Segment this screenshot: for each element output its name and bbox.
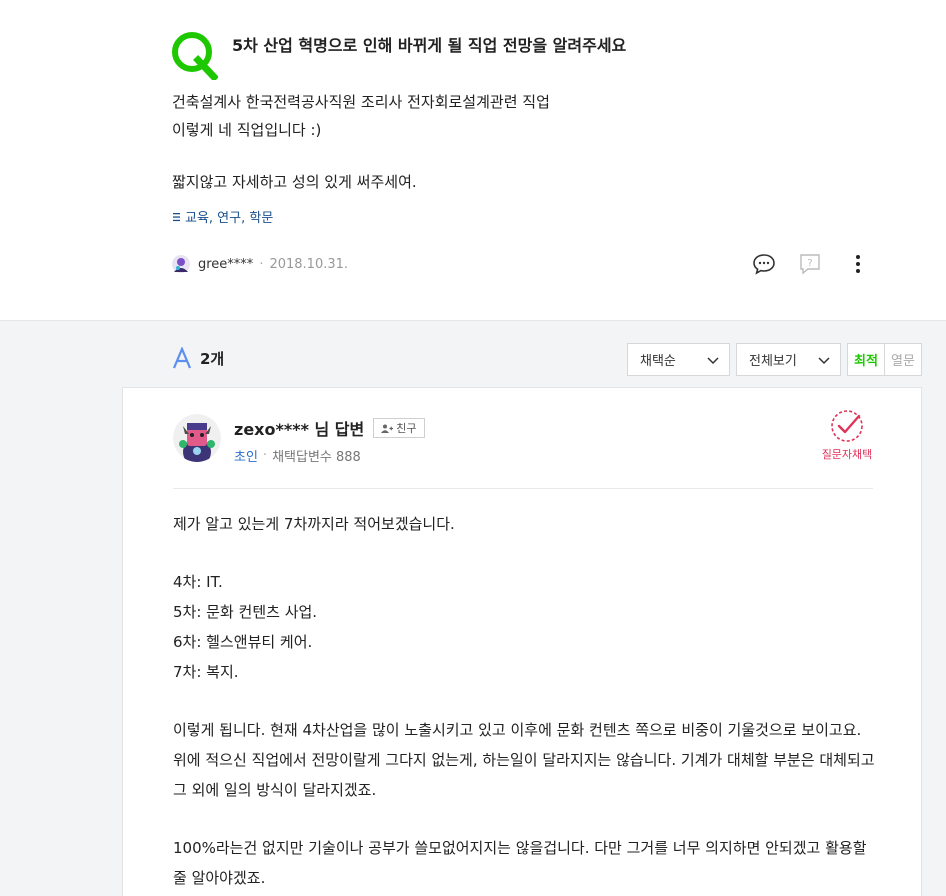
view-select[interactable]: 전체보기 (736, 343, 841, 376)
answer-paragraph: 100%라는건 없지만 기술이나 공부가 쓸모없어지지는 않을겁니다. 다만 그… (173, 839, 867, 887)
answer-paragraph: 제가 알고 있는게 7차까지라 적어보겠습니다. (173, 515, 455, 533)
answer-paragraph: 6차: 헬스앤뷰티 케어. (173, 633, 313, 651)
author-avatar[interactable] (172, 255, 190, 273)
question-line: 이렇게 네 직업입니다 :) (172, 121, 322, 139)
answers-section: 2개 채택순 전체보기 최적 열문 zexo**** 님 답변 친구 초인 · … (0, 320, 946, 896)
report-button[interactable]: ? (796, 252, 824, 276)
answerer-info: zexo**** 님 답변 친구 (234, 416, 425, 440)
a-mark-icon (172, 347, 192, 369)
question-line: 짧지않고 자세하고 성의 있게 써주세여. (172, 173, 417, 191)
answers-header: 2개 (172, 347, 224, 369)
more-button[interactable] (844, 252, 872, 276)
answer-paragraph: 5차: 문화 컨텐츠 사업. (173, 603, 318, 621)
category-icon (173, 212, 180, 221)
answer-body: 제가 알고 있는게 7차까지라 적어보겠습니다. 4차: IT. 5차: 문화 … (173, 509, 878, 893)
question-date: 2018.10.31. (269, 256, 349, 272)
meta-dot: · (262, 448, 268, 463)
answer-divider (173, 488, 873, 489)
choose-check-icon (831, 410, 863, 442)
question-line: 건축설계사 한국전력공사직원 조리사 전자회로설계관련 직업 (172, 93, 550, 111)
category-label[interactable]: 교육, 연구, 학문 (185, 207, 273, 226)
toggle-latest[interactable]: 열문 (885, 344, 921, 375)
answer-paragraph: 이렇게 됩니다. 현재 4차산업을 많이 노출시키고 있고 이후에 문화 컨텐츠… (173, 721, 875, 799)
q-mark-icon (172, 32, 218, 80)
answer-paragraph: 4차: IT. (173, 573, 223, 591)
report-icon: ? (800, 254, 820, 275)
comment-icon (753, 254, 775, 275)
choice-label: 질문자채택 (821, 448, 873, 461)
more-icon (856, 255, 860, 273)
adopted-answer-count: 채택답변수 888 (272, 450, 361, 465)
chevron-down-icon (707, 357, 719, 365)
question-section: 5차 산업 혁명으로 인해 바뀌게 될 직업 전망을 알려주세요 건축설계사 한… (0, 0, 946, 320)
answerer-meta: 초인 · 채택답변수 888 (234, 446, 361, 465)
sort-select-value: 채택순 (640, 354, 676, 369)
svg-text:?: ? (807, 258, 812, 269)
question-author: gree**** · 2018.10.31. (172, 255, 348, 273)
add-friend-label: 친구 (396, 422, 417, 435)
answerer-name[interactable]: zexo**** 님 답변 (234, 416, 364, 440)
add-friend-button[interactable]: 친구 (373, 418, 425, 438)
view-select-value: 전체보기 (749, 354, 797, 369)
answerer-avatar[interactable] (173, 414, 221, 462)
questioner-choice-badge: 질문자채택 (817, 408, 877, 462)
answer-card: zexo**** 님 답변 친구 초인 · 채택답변수 888 질문자채택 제가… (122, 387, 922, 896)
chevron-down-icon (818, 357, 830, 365)
meta-dot: · (259, 256, 264, 272)
friend-add-icon (381, 424, 394, 433)
question-title: 5차 산업 혁명으로 인해 바뀌게 될 직업 전망을 알려주세요 (232, 36, 627, 55)
comment-button[interactable] (750, 252, 778, 276)
question-category[interactable]: 교육, 연구, 학문 (172, 207, 273, 226)
answer-count: 2개 (200, 349, 225, 368)
question-body: 건축설계사 한국전력공사직원 조리사 전자회로설계관련 직업 이렇게 네 직업입… (172, 88, 550, 196)
answer-paragraph: 7차: 복지. (173, 663, 239, 681)
answerer-grade[interactable]: 초인 (234, 446, 258, 465)
sort-select[interactable]: 채택순 (627, 343, 730, 376)
author-name[interactable]: gree**** (198, 257, 253, 272)
order-toggle: 최적 열문 (847, 343, 922, 376)
toggle-best[interactable]: 최적 (848, 344, 885, 375)
